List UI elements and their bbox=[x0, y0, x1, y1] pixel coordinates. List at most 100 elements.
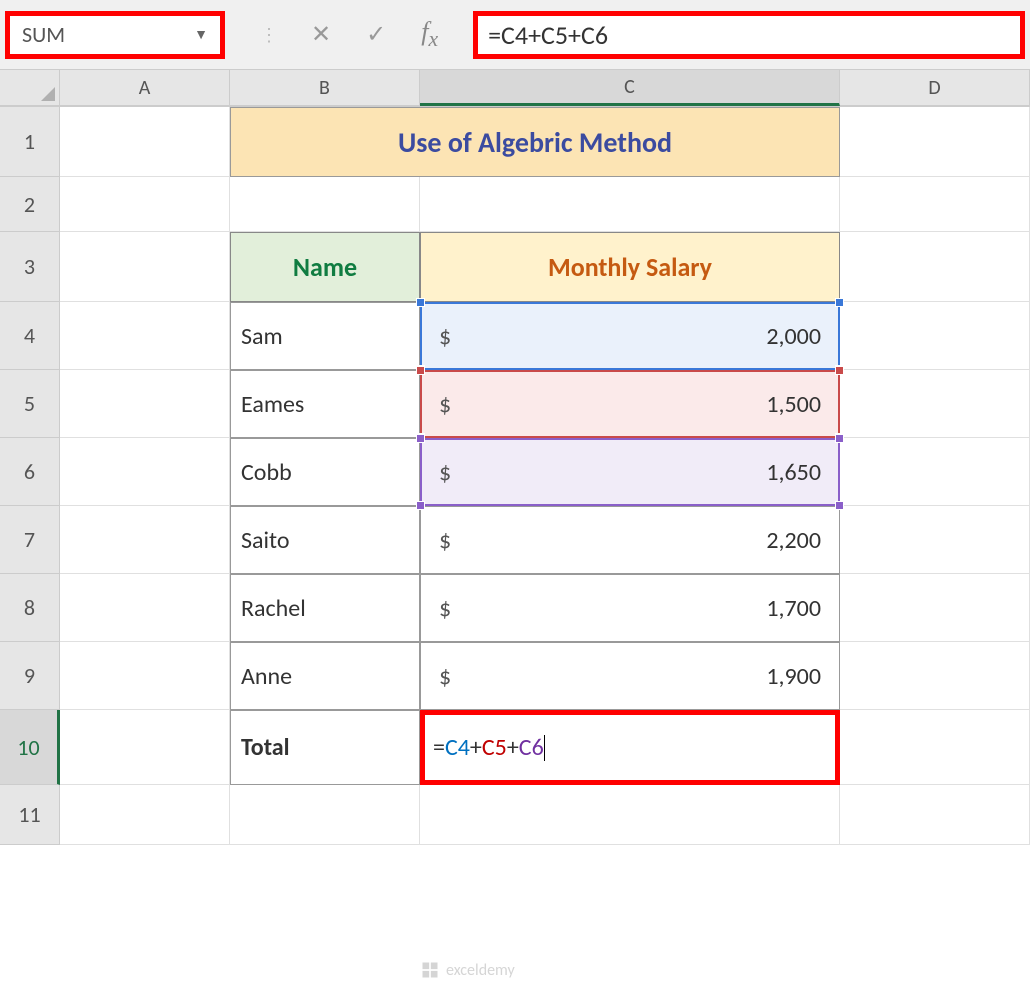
formula-eq: = bbox=[433, 733, 445, 762]
selection-handle-icon[interactable] bbox=[416, 298, 425, 307]
amount-value: 2,000 bbox=[766, 322, 821, 351]
row-11: 11 bbox=[0, 785, 1030, 845]
cell-d5[interactable] bbox=[840, 370, 1030, 438]
amount-value: 1,500 bbox=[766, 390, 821, 419]
cell-b10[interactable]: Total bbox=[230, 710, 420, 785]
row-1: 1 Use of Algebric Method bbox=[0, 107, 1030, 177]
row-header-3[interactable]: 3 bbox=[0, 232, 60, 302]
cancel-icon[interactable]: ✕ bbox=[311, 20, 331, 49]
cell-d9[interactable] bbox=[840, 642, 1030, 710]
formula-input-wrap[interactable]: =C4+C5+C6 bbox=[473, 11, 1025, 59]
enter-icon[interactable]: ✓ bbox=[366, 20, 386, 49]
watermark: exceldemy bbox=[420, 960, 515, 980]
select-all-corner[interactable] bbox=[0, 70, 60, 106]
cell-a6[interactable] bbox=[60, 438, 230, 506]
header-salary[interactable]: Monthly Salary bbox=[420, 232, 840, 302]
formula-controls: ⋮ ✕ ✓ fx bbox=[245, 17, 453, 52]
cell-a10[interactable] bbox=[60, 710, 230, 785]
cell-b4[interactable]: Sam bbox=[230, 302, 420, 370]
col-header-b[interactable]: B bbox=[230, 70, 420, 106]
row-header-8[interactable]: 8 bbox=[0, 574, 60, 642]
divider-icon: ⋮ bbox=[260, 24, 276, 46]
amount-value: 1,900 bbox=[766, 662, 821, 691]
col-header-d[interactable]: D bbox=[840, 70, 1030, 106]
name-box-value: SUM bbox=[22, 21, 65, 48]
selection-handle-icon[interactable] bbox=[835, 434, 844, 443]
amount-value: 1,700 bbox=[766, 594, 821, 623]
row-10: 10 Total =C4+C5+C6 bbox=[0, 710, 1030, 785]
cell-a5[interactable] bbox=[60, 370, 230, 438]
cell-a7[interactable] bbox=[60, 506, 230, 574]
row-7: 7 Saito $ 2,200 bbox=[0, 506, 1030, 574]
chevron-down-icon[interactable]: ▼ bbox=[194, 26, 208, 43]
row-8: 8 Rachel $ 1,700 bbox=[0, 574, 1030, 642]
cell-c5[interactable]: $ 1,500 bbox=[420, 370, 840, 438]
cell-a8[interactable] bbox=[60, 574, 230, 642]
cell-c7[interactable]: $ 2,200 bbox=[420, 506, 840, 574]
row-9: 9 Anne $ 1,900 bbox=[0, 642, 1030, 710]
currency-symbol: $ bbox=[439, 662, 451, 691]
cell-a11[interactable] bbox=[60, 785, 230, 845]
col-header-c[interactable]: C bbox=[420, 70, 840, 106]
row-header-9[interactable]: 9 bbox=[0, 642, 60, 710]
currency-symbol: $ bbox=[439, 390, 451, 419]
col-header-a[interactable]: A bbox=[60, 70, 230, 106]
cell-c11[interactable] bbox=[420, 785, 840, 845]
cell-c4[interactable]: $ 2,000 bbox=[420, 302, 840, 370]
cell-d11[interactable] bbox=[840, 785, 1030, 845]
formula-plus-2: + bbox=[507, 733, 519, 762]
row-header-6[interactable]: 6 bbox=[0, 438, 60, 506]
selection-handle-icon[interactable] bbox=[416, 434, 425, 443]
cell-c10-formula[interactable]: =C4+C5+C6 bbox=[420, 710, 840, 785]
row-header-1[interactable]: 1 bbox=[0, 107, 60, 177]
text-cursor-icon bbox=[544, 735, 545, 761]
title-cell[interactable]: Use of Algebric Method bbox=[230, 107, 840, 177]
currency-symbol: $ bbox=[439, 594, 451, 623]
fx-icon[interactable]: fx bbox=[421, 17, 438, 52]
cell-d6[interactable] bbox=[840, 438, 1030, 506]
selection-handle-icon[interactable] bbox=[416, 501, 425, 510]
cell-b8[interactable]: Rachel bbox=[230, 574, 420, 642]
selection-handle-icon[interactable] bbox=[835, 366, 844, 375]
cell-a4[interactable] bbox=[60, 302, 230, 370]
row-header-11[interactable]: 11 bbox=[0, 785, 60, 845]
cell-c6[interactable]: $ 1,650 bbox=[420, 438, 840, 506]
cell-c9[interactable]: $ 1,900 bbox=[420, 642, 840, 710]
cell-a1[interactable] bbox=[60, 107, 230, 177]
name-box[interactable]: SUM ▼ bbox=[5, 11, 225, 59]
row-header-5[interactable]: 5 bbox=[0, 370, 60, 438]
cell-c8[interactable]: $ 1,700 bbox=[420, 574, 840, 642]
cell-c2[interactable] bbox=[420, 177, 840, 232]
cell-d1[interactable] bbox=[840, 107, 1030, 177]
selection-handle-icon[interactable] bbox=[835, 298, 844, 307]
cell-d7[interactable] bbox=[840, 506, 1030, 574]
cell-a3[interactable] bbox=[60, 232, 230, 302]
cell-b7[interactable]: Saito bbox=[230, 506, 420, 574]
formula-ref-c4: C4 bbox=[445, 733, 470, 762]
cell-a2[interactable] bbox=[60, 177, 230, 232]
formula-input[interactable]: =C4+C5+C6 bbox=[488, 19, 608, 51]
cell-b6[interactable]: Cobb bbox=[230, 438, 420, 506]
amount-value: 2,200 bbox=[766, 526, 821, 555]
formula-bar-area: SUM ▼ ⋮ ✕ ✓ fx =C4+C5+C6 bbox=[0, 0, 1030, 70]
row-header-7[interactable]: 7 bbox=[0, 506, 60, 574]
selection-handle-icon[interactable] bbox=[416, 366, 425, 375]
selection-handle-icon[interactable] bbox=[835, 501, 844, 510]
cell-d2[interactable] bbox=[840, 177, 1030, 232]
cell-b2[interactable] bbox=[230, 177, 420, 232]
currency-symbol: $ bbox=[439, 526, 451, 555]
header-name[interactable]: Name bbox=[230, 232, 420, 302]
row-header-10[interactable]: 10 bbox=[0, 710, 60, 785]
cell-b5[interactable]: Eames bbox=[230, 370, 420, 438]
cell-d10[interactable] bbox=[840, 710, 1030, 785]
row-header-2[interactable]: 2 bbox=[0, 177, 60, 232]
cell-a9[interactable] bbox=[60, 642, 230, 710]
row-header-4[interactable]: 4 bbox=[0, 302, 60, 370]
watermark-text: exceldemy bbox=[446, 961, 515, 980]
cell-d3[interactable] bbox=[840, 232, 1030, 302]
cell-b9[interactable]: Anne bbox=[230, 642, 420, 710]
cell-d8[interactable] bbox=[840, 574, 1030, 642]
cell-b11[interactable] bbox=[230, 785, 420, 845]
formula-plus-1: + bbox=[470, 733, 482, 762]
cell-d4[interactable] bbox=[840, 302, 1030, 370]
